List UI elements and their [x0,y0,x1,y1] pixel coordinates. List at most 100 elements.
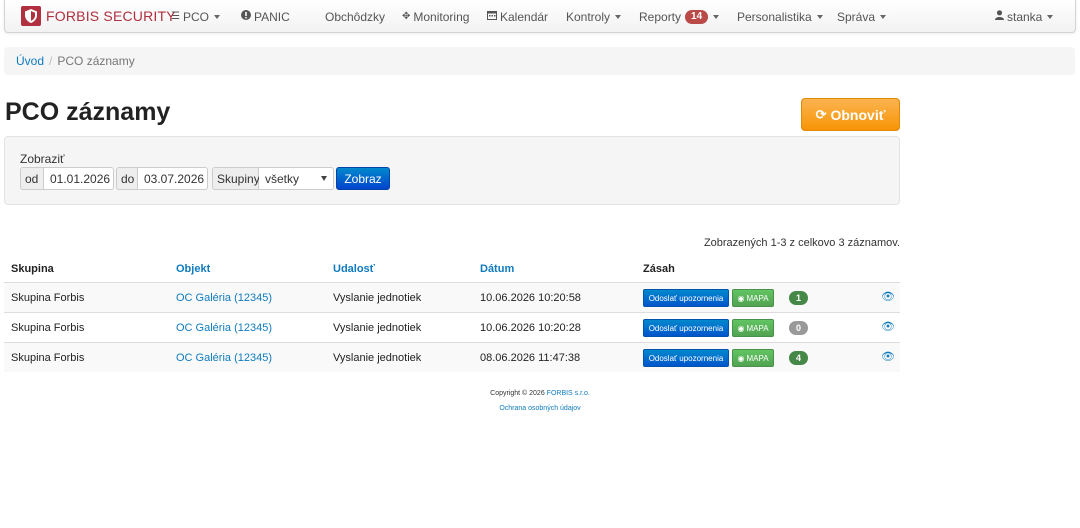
nav-reports[interactable]: Reporty 14 [639,0,720,33]
send-notifications-button[interactable]: Odoslať upozornenia [643,319,729,337]
nav-calendar[interactable]: Kalendár [487,0,548,33]
breadcrumb-home-link[interactable]: Úvod [16,54,44,68]
crosshair-icon: ✥ [402,11,411,22]
groups-select[interactable]: všetky [259,167,334,190]
brand-name: FORBIS SECURITY [46,8,176,24]
cell-date: 08.06.2026 11:47:38 [480,352,581,364]
chevron-down-icon [816,14,823,19]
map-button[interactable]: ◉ MAPA [732,289,774,307]
globe-icon: ◉ [737,353,745,363]
cell-group: Skupina Forbis [11,322,85,334]
send-notifications-button[interactable]: Odoslať upozornenia [643,349,729,367]
nav-pco-label: PCO [182,9,209,24]
to-addon: do [116,167,138,190]
page-title: PCO záznamy [5,98,171,126]
globe-icon: ◉ [737,323,745,333]
chevron-down-icon [213,14,220,19]
nav-pco[interactable]: ☰ PCO [171,0,220,33]
refresh-icon: ⟳ [815,106,827,122]
breadcrumb-separator: / [49,54,53,68]
user-name: stanka [1007,9,1043,24]
cell-group: Skupina Forbis [11,292,85,304]
nav-monitoring[interactable]: ✥ Monitoring [402,0,469,33]
refresh-button[interactable]: ⟳ Obnoviť [801,98,900,131]
nav-panic[interactable]: PANIC [241,0,290,33]
eye-icon[interactable]: 👁 [881,350,895,363]
header-group: Skupina [11,263,54,275]
to-date-input[interactable]: 03.07.2026 [138,167,208,190]
select-arrow-icon [321,176,327,181]
table-row: Skupina Forbis OC Galéria (12345) Vyslan… [4,282,900,312]
breadcrumb-current: PCO záznamy [57,54,135,68]
nav-calendar-label: Kalendár [500,9,549,24]
nav-personnel[interactable]: Personalistika [737,0,823,33]
reports-count-badge: 14 [685,9,709,24]
nav-rounds[interactable]: Obchôdzky [325,0,385,33]
chevron-down-icon [880,14,887,19]
map-button-label: MAPA [746,323,769,333]
cell-event: Vyslanie jednotiek [333,292,422,304]
header-object-sort[interactable]: Objekt [176,263,210,275]
cell-object-link[interactable]: OC Galéria (12345) [176,322,272,334]
globe-icon: ◉ [737,293,745,303]
nav-admin[interactable]: Správa [837,0,887,33]
table-header: Skupina Objekt Udalosť Dátum Zásah [4,257,900,282]
table-row: Skupina Forbis OC Galéria (12345) Vyslan… [4,312,900,342]
send-notifications-button[interactable]: Odoslať upozornenia [643,289,729,307]
nav-reports-label: Reporty [639,9,682,24]
chevron-down-icon [615,14,622,19]
footer-privacy: Ochrana osobných údajov [0,405,1080,412]
copyright-text: Copyright © 2026 [490,390,545,397]
filter-panel: Zobraziť od 01.01.2026 do 03.07.2026 Sku… [4,136,900,205]
cell-object-link[interactable]: OC Galéria (12345) [176,352,272,364]
from-addon: od [20,167,44,190]
privacy-link[interactable]: Ochrana osobných údajov [499,405,580,412]
records-table: Skupina Objekt Udalosť Dátum Zásah Skupi… [4,257,900,372]
nav-rounds-label: Obchôdzky [325,9,386,24]
exclamation-icon [241,10,251,23]
cell-date: 10.06.2026 10:20:58 [480,292,581,304]
cell-event: Vyslanie jednotiek [333,352,422,364]
table-row: Skupina Forbis OC Galéria (12345) Vyslan… [4,342,900,372]
map-button[interactable]: ◉ MAPA [732,349,774,367]
map-button-label: MAPA [746,293,769,303]
chevron-down-icon [1047,14,1054,19]
company-link[interactable]: FORBIS s.r.o. [547,390,590,397]
nav-monitoring-label: Monitoring [413,9,470,24]
header-event-sort[interactable]: Udalosť [333,263,375,275]
chevron-down-icon [713,14,720,19]
count-badge: 1 [789,291,808,305]
header-date-sort[interactable]: Dátum [480,263,514,275]
nav-checks[interactable]: Kontroly [566,0,622,33]
from-date-input[interactable]: 01.01.2026 [44,167,114,190]
refresh-button-label: Obnoviť [830,106,886,123]
list-icon: ☰ [171,11,180,22]
nav-user-menu[interactable]: stanka [995,0,1054,33]
footer-copyright: Copyright © 2026 FORBIS s.r.o. [0,390,1080,397]
header-action: Zásah [643,263,675,275]
nav-admin-label: Správa [837,9,876,24]
map-button[interactable]: ◉ MAPA [732,319,774,337]
cell-object-link[interactable]: OC Galéria (12345) [176,292,272,304]
results-summary: Zobrazených 1-3 z celkovo 3 záznamov. [703,237,900,249]
brand[interactable]: FORBIS SECURITY [21,6,176,26]
show-button[interactable]: Zobraz [336,167,390,190]
cell-date: 10.06.2026 10:20:28 [480,322,581,334]
nav-panic-label: PANIC [254,9,290,24]
calendar-icon [487,10,497,23]
groups-select-value: všetky [265,171,300,186]
count-badge: 0 [789,321,808,335]
eye-icon[interactable]: 👁 [881,320,895,333]
map-button-label: MAPA [746,353,769,363]
nav-personnel-label: Personalistika [737,9,812,24]
top-navbar: FORBIS SECURITY ☰ PCO PANIC Obchôdzky ✥ … [4,0,1076,33]
shield-logo-icon [21,6,41,26]
breadcrumb: Úvod / PCO záznamy [4,47,1075,75]
groups-addon: Skupiny [212,167,260,190]
nav-checks-label: Kontroly [566,9,611,24]
count-badge: 4 [789,351,808,365]
filter-label: Zobraziť [20,152,65,166]
cell-group: Skupina Forbis [11,352,85,364]
eye-icon[interactable]: 👁 [881,290,895,303]
user-icon [995,10,1004,23]
